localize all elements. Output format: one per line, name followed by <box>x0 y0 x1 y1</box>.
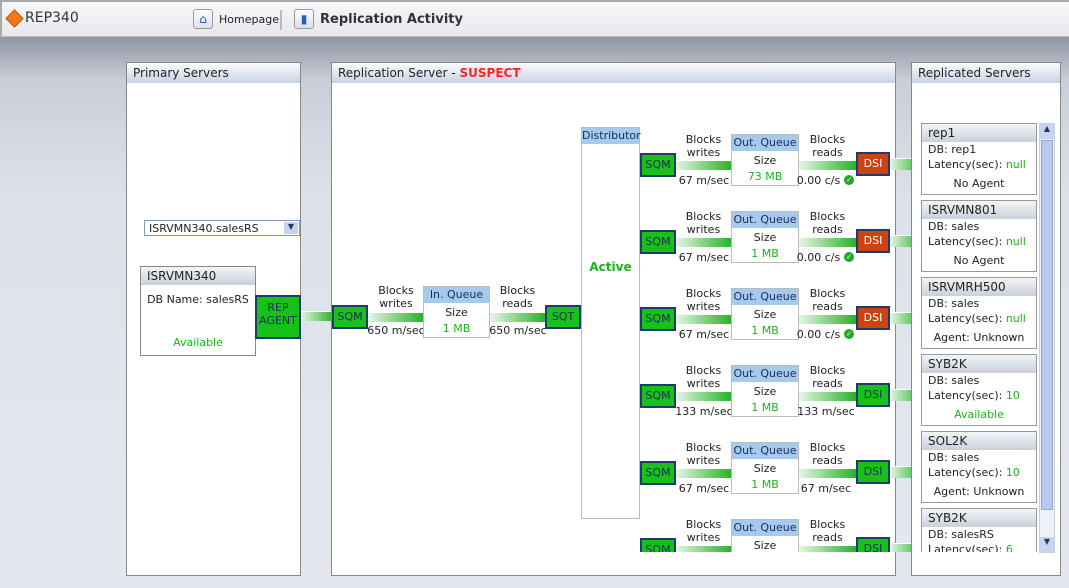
replicated-server-card[interactable]: SYB2K DB: sales Latency(sec): 10 Availab… <box>921 354 1037 426</box>
agent-status: No Agent <box>953 254 1005 267</box>
latency-label: Latency(sec): <box>928 158 1006 171</box>
server-name: rep1 <box>922 124 1036 142</box>
latency-label: Latency(sec): <box>928 543 1006 552</box>
db-name: DB: rep1 <box>928 143 977 156</box>
replicated-server-list: rep1 DB: rep1 Latency(sec): null No Agen… <box>0 0 1069 552</box>
replicated-server-card[interactable]: SOL2K DB: sales Latency(sec): 10 Agent: … <box>921 431 1037 503</box>
scroll-up-icon[interactable]: ▲ <box>1040 124 1054 139</box>
scroll-down-icon[interactable]: ▼ <box>1040 537 1054 552</box>
scrollbar[interactable]: ▲ ▼ <box>1039 123 1055 553</box>
server-name: SOL2K <box>922 432 1036 450</box>
scroll-thumb[interactable] <box>1041 140 1053 510</box>
agent-status: Agent: Unknown <box>933 331 1025 344</box>
db-name: DB: sales <box>928 297 980 310</box>
replicated-server-card[interactable]: rep1 DB: rep1 Latency(sec): null No Agen… <box>921 123 1037 195</box>
latency-value: 10 <box>1005 389 1020 402</box>
latency-value: null <box>1005 312 1026 325</box>
latency-label: Latency(sec): <box>928 389 1006 402</box>
latency-label: Latency(sec): <box>928 466 1006 479</box>
latency-value: null <box>1005 235 1026 248</box>
db-name: DB: salesRS <box>928 528 994 541</box>
server-name: ISRVMN801 <box>922 201 1036 219</box>
latency-value: 6 <box>1005 543 1013 552</box>
replicated-server-card[interactable]: ISRVMN801 DB: sales Latency(sec): null N… <box>921 200 1037 272</box>
replicated-server-card[interactable]: ISRVMRH500 DB: sales Latency(sec): null … <box>921 277 1037 349</box>
agent-status: No Agent <box>953 177 1005 190</box>
db-name: DB: sales <box>928 220 980 233</box>
server-name: SYB2K <box>922 355 1036 373</box>
db-name: DB: sales <box>928 374 980 387</box>
latency-value: null <box>1005 158 1026 171</box>
agent-status: Available <box>954 408 1004 421</box>
latency-label: Latency(sec): <box>928 312 1006 325</box>
latency-label: Latency(sec): <box>928 235 1006 248</box>
server-name: ISRVMRH500 <box>922 278 1036 296</box>
server-name: SYB2K <box>922 509 1036 527</box>
db-name: DB: sales <box>928 451 980 464</box>
agent-status: Agent: Unknown <box>933 485 1025 498</box>
replicated-server-card[interactable]: SYB2K DB: salesRS Latency(sec): 6 <box>921 508 1037 552</box>
latency-value: 10 <box>1005 466 1020 479</box>
